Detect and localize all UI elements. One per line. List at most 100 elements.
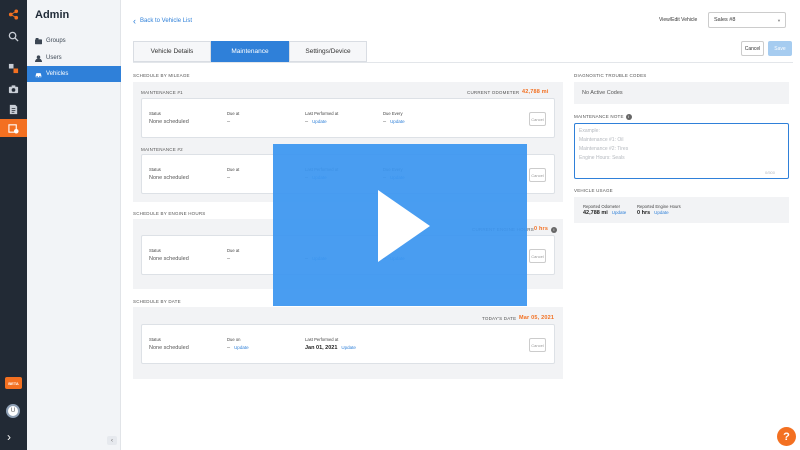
usage-box: Reported Odometer 42,788 mi Update Report…: [574, 197, 789, 223]
user-icon: [35, 54, 42, 62]
due-at-value: –: [227, 175, 231, 181]
due-at-value: –: [227, 256, 231, 262]
due-at-value: –: [227, 119, 231, 125]
section-title-engine-hours: SCHEDULE BY ENGINE HOURS: [133, 211, 206, 216]
status-value: None scheduled: [149, 175, 189, 181]
route-icon[interactable]: [0, 59, 27, 77]
cancel-maintenance-button[interactable]: Cancel: [529, 168, 546, 182]
sidebar-title: Admin: [35, 9, 70, 21]
due-every-value: –Update: [383, 119, 405, 125]
usage-title: VEHICLE USAGE: [574, 188, 613, 193]
cancel-maintenance-button[interactable]: Cancel: [529, 338, 546, 352]
note-placeholder: Example:: [579, 128, 600, 134]
tab-vehicle-details[interactable]: Vehicle Details: [133, 41, 211, 62]
main-content: ‹ Back to Vehicle List View/Edit Vehicle…: [121, 0, 800, 450]
last-performed-label: Last Performed at: [305, 111, 339, 116]
status-value: None scheduled: [149, 345, 189, 351]
maintenance-note-input[interactable]: Example: Maintenance #1: Oil Maintenance…: [574, 123, 789, 179]
status-value: None scheduled: [149, 256, 189, 262]
camera-icon[interactable]: [0, 80, 27, 98]
due-on-value: – Update: [227, 345, 249, 351]
current-odometer-label: CURRENT ODOMETER: [467, 90, 520, 95]
section-title-mileage: SCHEDULE BY MILEAGE: [133, 73, 190, 78]
video-play-overlay[interactable]: [273, 144, 527, 306]
note-char-counter: 0/500: [765, 170, 776, 175]
maintenance-2-title: MAINTENANCE #2: [141, 147, 183, 152]
admin-sidebar: Admin Groups Users Vehicles ‹: [27, 0, 121, 450]
reported-odometer-label: Reported Odometer: [583, 204, 621, 209]
cancel-maintenance-button[interactable]: Cancel: [529, 112, 546, 126]
divider: [133, 62, 793, 63]
avatar[interactable]: U: [6, 404, 20, 418]
maintenance-1-box: Status None scheduled Due at – Last Perf…: [141, 98, 555, 138]
reported-engine-hours-value: 0 hrs Update: [637, 210, 669, 216]
todays-date-value: Mar 05, 2021: [519, 315, 555, 321]
status-label: Status: [149, 248, 161, 253]
share-logo-icon[interactable]: [0, 5, 27, 23]
current-odometer-value: 42,788 mi: [522, 89, 549, 95]
sidebar-item-label: Vehicles: [46, 71, 69, 77]
car-icon: [35, 72, 42, 77]
due-at-label: Due at: [227, 111, 240, 116]
maintenance-1-title: MAINTENANCE #1: [141, 90, 183, 95]
update-link[interactable]: Update: [390, 119, 405, 124]
due-on-label: Due on: [227, 337, 241, 342]
last-performed-value: Jan 01, 2021 Update: [305, 345, 356, 351]
vehicle-select[interactable]: Sales #8 ▼: [708, 12, 786, 28]
status-label: Status: [149, 337, 161, 342]
sidebar-item-users[interactable]: Users: [27, 50, 121, 66]
tab-maintenance[interactable]: Maintenance: [211, 41, 289, 62]
reported-odometer-value: 42,788 mi Update: [583, 210, 627, 216]
last-performed-value: –Update: [305, 119, 327, 125]
icon-rail: BETA U ›: [0, 0, 27, 450]
status-label: Status: [149, 167, 161, 172]
view-edit-label: View/Edit Vehicle: [659, 17, 698, 23]
due-every-label: Due Every: [383, 111, 403, 116]
date-panel: TODAY'S DATE Mar 05, 2021 Status None sc…: [133, 307, 563, 379]
update-link[interactable]: Update: [234, 345, 249, 350]
tab-bar: Vehicle Details Maintenance Settings/Dev…: [133, 41, 367, 62]
reported-engine-hours-label: Reported Engine Hours: [637, 204, 681, 209]
due-at-label: Due at: [227, 167, 240, 172]
sidebar-item-label: Groups: [46, 38, 66, 44]
update-link[interactable]: Update: [612, 210, 627, 215]
update-link[interactable]: Update: [312, 119, 327, 124]
help-button[interactable]: ?: [777, 427, 796, 446]
save-button[interactable]: Save: [768, 41, 792, 56]
date-box: Status None scheduled Due on – Update Las…: [141, 324, 555, 364]
chevron-left-icon: ‹: [133, 16, 136, 26]
cancel-maintenance-button[interactable]: Cancel: [529, 249, 546, 263]
caret-down-icon: ▼: [777, 17, 781, 23]
search-icon[interactable]: [0, 27, 27, 45]
back-link[interactable]: ‹ Back to Vehicle List: [133, 16, 192, 26]
current-engine-hours-value: 0 hrs: [534, 226, 549, 232]
todays-date-label: TODAY'S DATE: [482, 316, 517, 321]
section-title-date: SCHEDULE BY DATE: [133, 299, 181, 304]
status-label: Status: [149, 111, 161, 116]
info-icon[interactable]: i: [625, 114, 632, 120]
sidebar-item-vehicles[interactable]: Vehicles: [27, 66, 121, 82]
groups-icon: [35, 37, 42, 44]
cancel-button[interactable]: Cancel: [741, 41, 764, 56]
note-placeholder: Engine Hours: Seals: [579, 155, 625, 161]
sidebar-item-groups[interactable]: Groups: [27, 33, 121, 49]
sidebar-item-label: Users: [46, 55, 62, 61]
dtc-value: No Active Codes: [582, 90, 623, 96]
info-icon[interactable]: i: [551, 227, 557, 233]
note-placeholder: Maintenance #1: Oil: [579, 137, 624, 143]
update-link[interactable]: Update: [654, 210, 669, 215]
document-icon[interactable]: [0, 100, 27, 118]
note-placeholder: Maintenance #2: Tires: [579, 146, 629, 152]
update-link[interactable]: Update: [341, 345, 356, 350]
chevron-right-icon[interactable]: ›: [7, 430, 11, 444]
dtc-title: DIAGNOSTIC TROUBLE CODES: [574, 73, 647, 78]
tab-settings-device[interactable]: Settings/Device: [289, 41, 367, 62]
due-at-label: Due at: [227, 248, 240, 253]
collapse-sidebar-button[interactable]: ‹: [107, 436, 117, 445]
play-icon: [378, 190, 430, 262]
last-performed-label: Last Performed at: [305, 337, 339, 342]
admin-icon[interactable]: [0, 119, 27, 137]
status-value: None scheduled: [149, 119, 189, 125]
beta-badge[interactable]: BETA: [5, 377, 22, 389]
note-title: MAINTENANCE NOTE i: [574, 114, 632, 120]
